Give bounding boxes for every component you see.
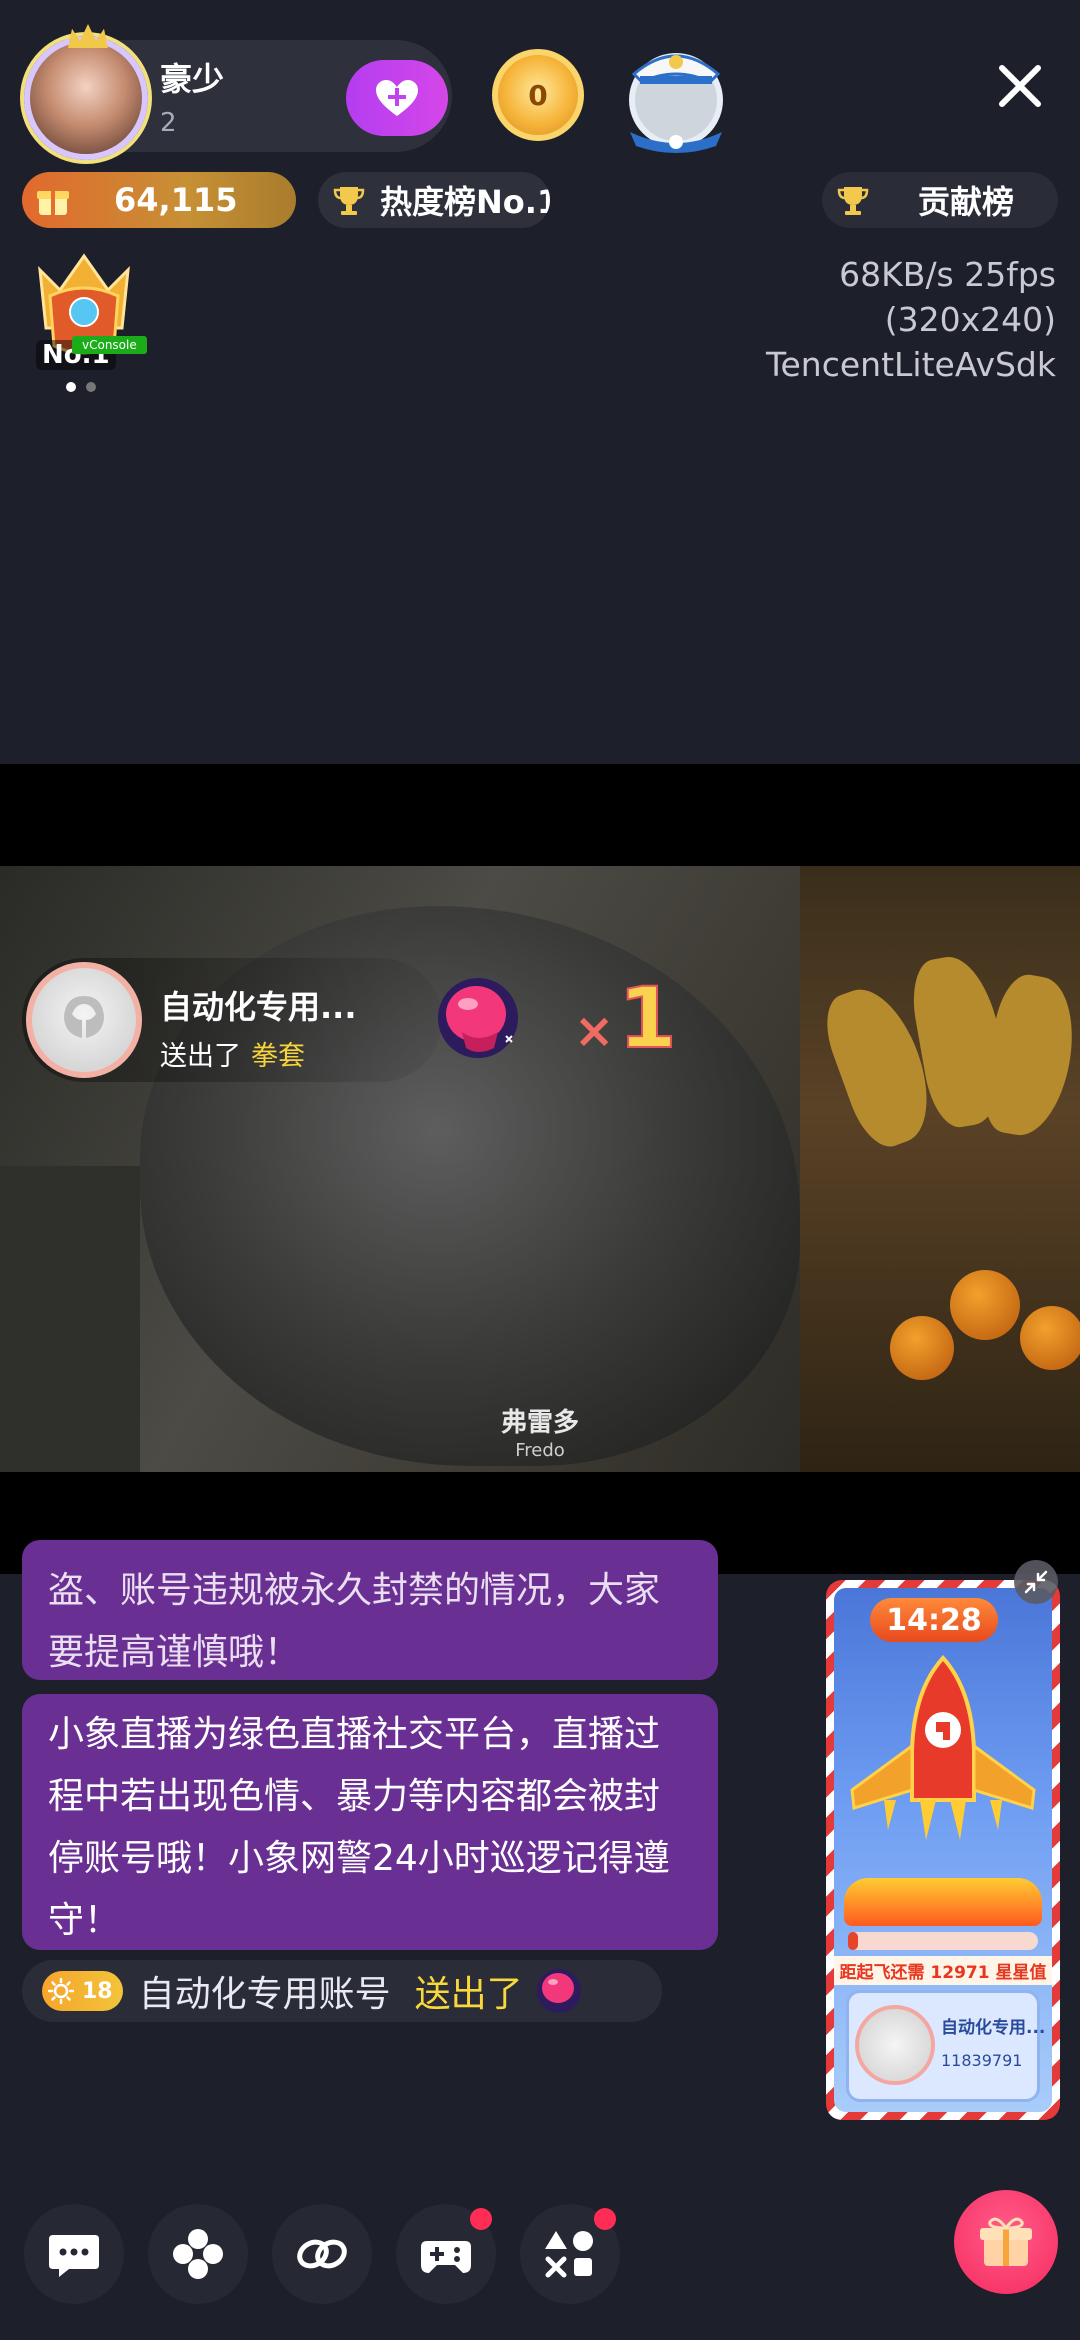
fan-club-badge[interactable]: 0	[482, 40, 594, 150]
host-name: 豪少	[160, 60, 225, 98]
rocket-user-id: 11839791	[941, 2051, 1023, 2070]
rocket-event-panel[interactable]: 14:28 距起飞还需 12971 星星值 自动化专用... 11839791	[826, 1580, 1060, 2120]
trophy-icon	[333, 187, 365, 215]
chat-button[interactable]	[24, 2204, 124, 2304]
video-subtitle-en: Fredo	[515, 1440, 565, 1461]
rocket-flames	[844, 1878, 1042, 1926]
stream-resolution: (320x240)	[884, 300, 1056, 339]
link-icon	[297, 2239, 347, 2269]
host-fan-count: 2	[160, 108, 177, 138]
default-avatar-icon	[64, 996, 104, 1038]
rocket-timer: 14:28	[870, 1598, 998, 1642]
rocket-user-avatar	[855, 2005, 935, 2085]
rocket-message: 距起飞还需 12971 星星值	[834, 1956, 1052, 1985]
notification-dot	[594, 2208, 616, 2230]
chat-message-system-1[interactable]: 盗、账号违规被永久封禁的情况，大家要提高谨慎哦！	[22, 1540, 718, 1680]
sender-avatar[interactable]	[26, 962, 142, 1078]
chat-bubble-icon	[49, 2235, 99, 2277]
hot-rank-label: 热度榜No.1	[380, 183, 550, 221]
captain-avatar-icon[interactable]	[620, 36, 732, 156]
clover-icon	[173, 2229, 223, 2279]
shapes-icon	[545, 2231, 593, 2278]
chat-gift-message[interactable]: 18 自动化专用账号 送出了	[22, 1960, 662, 2022]
gift-sent-text: 送出了	[414, 1974, 523, 2015]
notification-dot	[470, 2208, 492, 2230]
pager-dot-active	[66, 382, 76, 392]
rocket-icon	[850, 1655, 1036, 1840]
contribution-rank-pill[interactable]: 贡献榜	[822, 172, 1058, 228]
gift-total-value: 64,115	[114, 181, 238, 219]
fan-club-count: 0	[528, 78, 548, 112]
combo-multiplier: ×	[574, 1003, 615, 1059]
more-tools-button[interactable]	[520, 2204, 620, 2304]
follow-button[interactable]	[346, 60, 448, 136]
host-avatar[interactable]	[24, 24, 148, 160]
interact-button[interactable]	[148, 2204, 248, 2304]
gift-sender-name[interactable]: 自动化专用账号	[139, 1965, 391, 2017]
pager-dot	[86, 382, 96, 392]
hot-rank-pill[interactable]: 热度榜No.1	[318, 172, 550, 228]
stream-stats: 68KB/s 25fps (320x240) TencentLiteAvSdk	[766, 252, 1056, 387]
toast-action: 送出了 拳套	[160, 1034, 305, 1073]
toast-gift-name: 拳套	[251, 1041, 305, 1072]
collapse-arrows-icon	[1024, 1570, 1048, 1594]
boxing-glove-icon	[536, 1969, 581, 2013]
gift-combo-count: × 1	[574, 969, 678, 1067]
video-subtitle-cn: 弗雷多	[500, 1408, 579, 1438]
gift-box-icon	[37, 191, 69, 215]
crown-icon	[68, 24, 108, 48]
rocket-top-user[interactable]: 自动化专用... 11839791	[846, 1990, 1045, 2102]
combo-count: 1	[617, 969, 677, 1067]
stream-sdk: TencentLiteAvSdk	[765, 345, 1056, 384]
vconsole-button[interactable]: vConsole	[72, 336, 147, 354]
sun-icon	[48, 1978, 74, 2004]
trophy-icon	[837, 187, 869, 215]
gift-button[interactable]	[954, 2190, 1058, 2294]
stream-bitrate: 68KB/s 25fps	[839, 255, 1056, 294]
pager-dots	[66, 382, 96, 392]
game-button[interactable]	[396, 2204, 496, 2304]
gift-box-icon	[980, 2217, 1032, 2266]
gamepad-icon	[421, 2241, 471, 2273]
rocket-user-name: 自动化专用...	[941, 2018, 1046, 2038]
heart-plus-icon	[376, 80, 418, 116]
toast-sender-name: 自动化专用...	[160, 988, 357, 1026]
chat-message-system-2[interactable]: 小象直播为绿色直播社交平台，直播过程中若出现色情、暴力等内容都会被封停账号哦！小…	[22, 1694, 718, 1950]
user-level: 18	[82, 1978, 113, 2004]
rocket-progress-bar	[848, 1932, 1038, 1950]
shrink-panel-button[interactable]	[1014, 1560, 1058, 1604]
link-mic-button[interactable]	[272, 2204, 372, 2304]
live-video[interactable]	[0, 866, 1080, 1472]
contribution-rank-label: 贡献榜	[918, 183, 1015, 221]
close-icon[interactable]	[990, 56, 1050, 116]
toast-action-text: 送出了	[160, 1041, 241, 1072]
gift-total-pill[interactable]: 64,115	[22, 172, 296, 228]
user-level-badge: 18	[42, 1971, 123, 2011]
boxing-glove-icon	[438, 978, 518, 1058]
